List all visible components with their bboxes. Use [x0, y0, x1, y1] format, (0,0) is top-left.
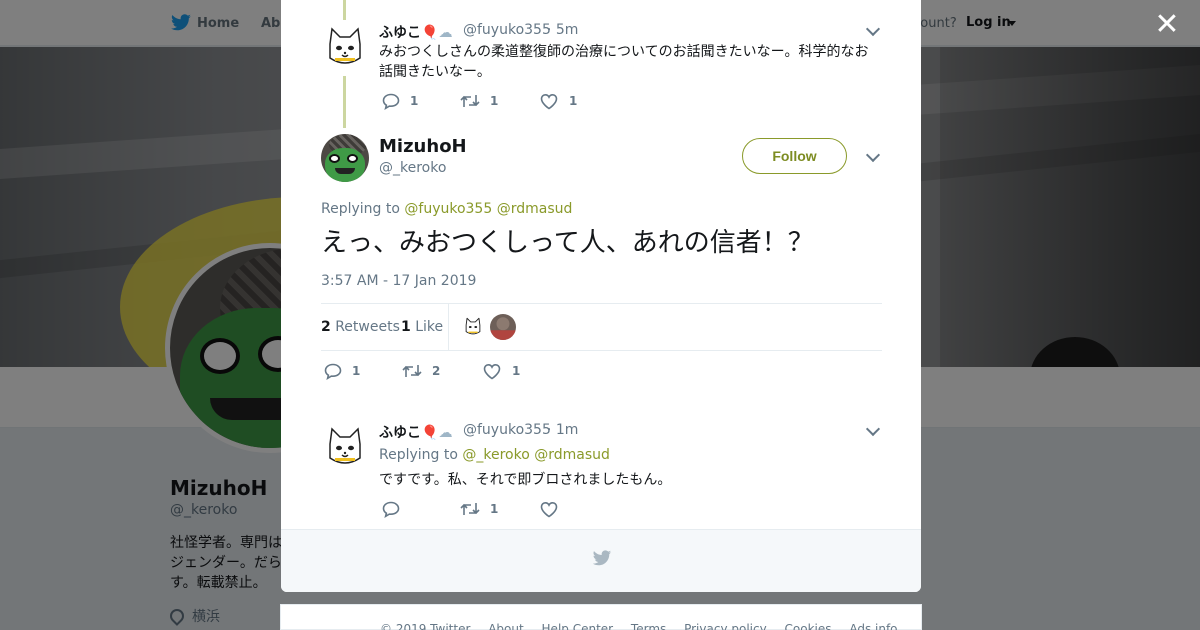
like-button[interactable]	[540, 501, 580, 519]
like-icon	[540, 501, 558, 518]
replying-to: Replying to @fuyuko355 @rdmasud	[321, 201, 573, 217]
tweet-text: ですです。私、それで即ブロされましたもん。	[379, 472, 672, 488]
retweet-icon	[402, 365, 422, 377]
modal-footer	[281, 529, 921, 592]
retweet-button[interactable]: 1	[460, 501, 500, 519]
tweet-text: みおつくしさんの柔道整復師の治療についてのお話聞きたいなー。科学的なお 話聞きた…	[379, 44, 869, 80]
footer-link[interactable]: Cookies	[785, 622, 832, 630]
footer-link[interactable]: © 2019 Twitter	[380, 622, 470, 630]
author-name[interactable]: ふゆこ🎈☁	[379, 22, 452, 42]
main-tweet-timestamp[interactable]: 3:57 AM - 17 Jan 2019	[321, 273, 476, 289]
cat-avatar[interactable]	[462, 316, 484, 338]
follow-button[interactable]: Follow	[742, 138, 847, 174]
main-author-name[interactable]: MizuhoH	[379, 136, 467, 157]
tweet-time[interactable]: · 5m	[547, 22, 578, 38]
reply-button[interactable]: 1	[382, 93, 422, 111]
main-author-avatar[interactable]	[321, 134, 369, 182]
like-icon	[483, 363, 501, 380]
author-name[interactable]: ふゆこ🎈☁	[379, 422, 452, 442]
retweet-icon	[460, 95, 480, 107]
footer-link[interactable]: Help Center	[542, 622, 614, 630]
tweet-stats: 2 Retweets 1 Like	[321, 303, 882, 351]
chevron-down-icon[interactable]	[865, 21, 881, 37]
chevron-down-icon[interactable]	[865, 147, 881, 163]
cat-avatar[interactable]	[321, 24, 369, 72]
retweet-button[interactable]: 2	[402, 363, 442, 381]
reply-icon	[382, 93, 400, 110]
retweet-button[interactable]: 1	[460, 93, 500, 111]
like-icon	[540, 93, 558, 110]
like-button[interactable]: 1	[540, 93, 580, 111]
footer-links: © 2019 Twitter About Help Center Terms P…	[380, 622, 912, 630]
mention-link[interactable]: @fuyuko355	[404, 201, 492, 217]
mention-link[interactable]: @_keroko	[462, 447, 529, 463]
author-handle[interactable]: @fuyuko355	[463, 422, 551, 438]
liker-avatar[interactable]	[490, 314, 516, 340]
author-handle[interactable]: @fuyuko355	[463, 22, 551, 38]
reply-button[interactable]: 1	[324, 363, 364, 381]
tweet-time[interactable]: · 1m	[547, 422, 578, 438]
retweet-icon	[460, 503, 480, 515]
footer-link[interactable]: Terms	[631, 622, 666, 630]
chevron-down-icon[interactable]	[865, 421, 881, 437]
reply-icon	[382, 501, 400, 518]
cat-avatar[interactable]	[321, 424, 369, 472]
reply-icon	[324, 363, 342, 380]
main-author-handle[interactable]: @_keroko	[379, 160, 446, 176]
like-button[interactable]: 1	[483, 363, 523, 381]
close-icon[interactable]: ✕	[1152, 10, 1182, 40]
replying-to: Replying to @_keroko @rdmasud	[379, 447, 610, 463]
stats-divider	[448, 304, 449, 350]
footer-link[interactable]: Ads info	[849, 622, 897, 630]
thread-line	[343, 76, 346, 128]
thread-line	[343, 0, 346, 20]
page-footer: © 2019 Twitter About Help Center Terms P…	[280, 604, 922, 630]
retweet-stat[interactable]: 2 Retweets	[321, 319, 400, 335]
reply-button[interactable]	[382, 501, 422, 519]
main-tweet-text: えっ、みおつくしって人、あれの信者！？	[321, 228, 814, 258]
tweet-modal: ふゆこ🎈☁ @fuyuko355 · 5m みおつくしさんの柔道整復師の治療につ…	[281, 0, 921, 592]
footer-link[interactable]: About	[488, 622, 523, 630]
footer-link[interactable]: Privacy policy	[684, 622, 767, 630]
twitter-bird-icon	[592, 550, 612, 566]
mention-link[interactable]: @rdmasud	[497, 201, 573, 217]
like-stat[interactable]: 1 Like	[401, 319, 443, 335]
mention-link[interactable]: @rdmasud	[534, 447, 610, 463]
